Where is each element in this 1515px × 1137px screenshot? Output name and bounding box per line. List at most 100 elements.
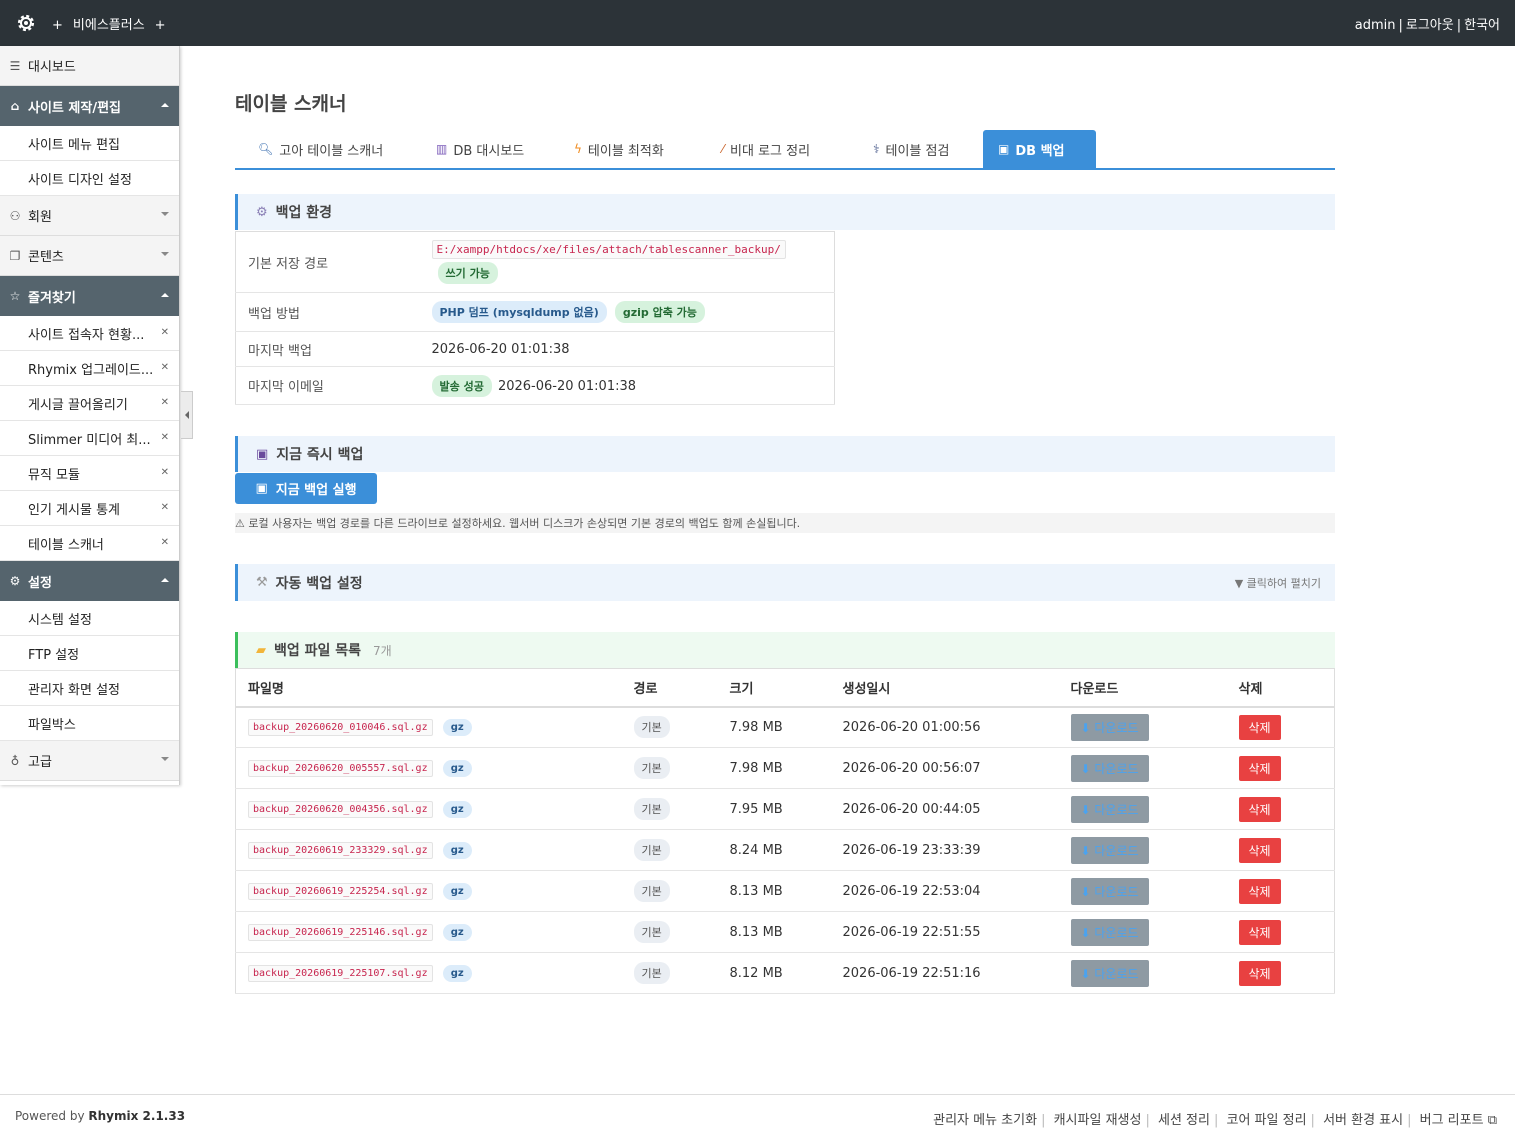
section-title: 지금 즉시 백업: [276, 447, 364, 463]
run-backup-button[interactable]: ▣ 지금 백업 실행: [235, 473, 377, 504]
footer-link[interactable]: 세션 정리: [1158, 1113, 1210, 1128]
gear-icon: ⚙: [9, 574, 21, 588]
footer-link[interactable]: 버그 리포트: [1420, 1113, 1484, 1128]
remove-favorite-icon[interactable]: ✕: [161, 467, 169, 478]
path-badge: 기본: [633, 839, 670, 861]
favorite-item[interactable]: 사이트 접속자 현황... ✕: [0, 316, 179, 351]
sidebar-item-site-menu[interactable]: 사이트 메뉴 편집: [0, 126, 179, 161]
favorite-item[interactable]: 뮤직 모듈 ✕: [0, 456, 179, 491]
cell-delete: 삭제: [1226, 706, 1335, 748]
brand-name: 비에스플러스: [72, 18, 145, 33]
remove-favorite-icon[interactable]: ✕: [161, 502, 169, 513]
tab-table-optimize[interactable]: ϟ 테이블 최적화: [559, 130, 679, 168]
delete-button[interactable]: 삭제: [1238, 960, 1281, 986]
sidebar-item-admin-ui[interactable]: 관리자 화면 설정: [0, 671, 179, 706]
backup-filename: backup_20260619_225146.sql.gz: [248, 923, 433, 941]
type-badge: gz: [442, 964, 472, 982]
method-badge: PHP 덤프 (mysqldump 없음): [431, 301, 607, 323]
delete-button[interactable]: 삭제: [1238, 755, 1281, 781]
col-delete: 삭제: [1226, 668, 1335, 708]
expand-toggle[interactable]: ▼ 클릭하여 펼치기: [1235, 575, 1321, 591]
type-badge: gz: [442, 718, 472, 736]
download-button[interactable]: ⬇ 다운로드: [1070, 713, 1149, 741]
type-badge: gz: [442, 882, 472, 900]
caret-down-icon: [161, 252, 169, 256]
sidebar-item-label: 사이트 접속자 현황...: [28, 327, 145, 343]
tab-table-check[interactable]: ⚕ 테이블 점검: [858, 130, 964, 168]
path-badge: 기본: [633, 757, 670, 779]
download-button[interactable]: ⬇ 다운로드: [1070, 959, 1149, 987]
sidebar-item-label: 회원: [28, 210, 52, 225]
delete-button[interactable]: 삭제: [1238, 837, 1281, 863]
remove-favorite-icon[interactable]: ✕: [161, 537, 169, 548]
delete-button[interactable]: 삭제: [1238, 919, 1281, 945]
username-link[interactable]: admin: [1355, 18, 1396, 33]
type-badge: gz: [442, 800, 472, 818]
sidebar-item-content[interactable]: ❐ 콘텐츠: [0, 236, 179, 276]
site-brand[interactable]: + 비에스플러스 +: [52, 14, 176, 33]
favorite-item[interactable]: 게시글 끌어올리기 ✕: [0, 386, 179, 421]
sidebar-item-ftp[interactable]: FTP 설정: [0, 636, 179, 671]
product-name[interactable]: Rhymix 2.1.33: [88, 1109, 185, 1123]
remove-favorite-icon[interactable]: ✕: [161, 327, 169, 338]
logout-link[interactable]: 로그아웃: [1406, 18, 1454, 33]
delete-button[interactable]: 삭제: [1238, 796, 1281, 822]
footer-link[interactable]: 코어 파일 정리: [1227, 1113, 1307, 1128]
path-badge: 기본: [633, 880, 670, 902]
sidebar-item-advanced[interactable]: ♁ 고급: [0, 741, 179, 781]
sidebar-item-member[interactable]: ⚇ 회원: [0, 196, 179, 236]
download-button[interactable]: ⬇ 다운로드: [1070, 918, 1149, 946]
download-button[interactable]: ⬇ 다운로드: [1070, 754, 1149, 782]
cell-size: 7.98 MB: [717, 747, 831, 789]
sidebar-group-favorites[interactable]: ☆ 즐겨찾기: [0, 276, 179, 316]
delete-button[interactable]: 삭제: [1238, 878, 1281, 904]
language-link[interactable]: 한국어: [1464, 18, 1500, 33]
cell-date: 2026-06-19 22:53:04: [830, 870, 1059, 912]
download-button[interactable]: ⬇ 다운로드: [1070, 877, 1149, 905]
env-label: 마지막 백업: [235, 331, 420, 367]
remove-favorite-icon[interactable]: ✕: [161, 362, 169, 373]
delete-button[interactable]: 삭제: [1238, 714, 1281, 740]
sidebar-item-site-design[interactable]: 사이트 디자인 설정: [0, 161, 179, 196]
download-button[interactable]: ⬇ 다운로드: [1070, 836, 1149, 864]
bolt-icon: ϟ: [574, 142, 582, 156]
tab-db-backup[interactable]: ▣ DB 백업: [983, 130, 1096, 168]
footer-link[interactable]: 관리자 메뉴 초기화: [933, 1113, 1037, 1128]
tab-orphan-scanner[interactable]: 🔍︎ 고아 테이블 스캐너: [243, 130, 398, 168]
cell-delete: 삭제: [1226, 788, 1335, 830]
tab-label: 고아 테이블 스캐너: [279, 143, 384, 159]
caret-up-icon: [161, 103, 169, 107]
cell-path: 기본: [621, 952, 718, 994]
remove-favorite-icon[interactable]: ✕: [161, 397, 169, 408]
favorite-item[interactable]: Rhymix 업그레이드... ✕: [0, 351, 179, 386]
tab-db-dashboard[interactable]: ▥ DB 대시보드: [421, 130, 539, 168]
cell-date: 2026-06-19 23:33:39: [830, 829, 1059, 871]
download-button[interactable]: ⬇ 다운로드: [1070, 795, 1149, 823]
sidebar-collapse-button[interactable]: [181, 391, 193, 439]
env-row-method: 백업 방법 PHP 덤프 (mysqldump 없음) gzip 압축 가능: [235, 292, 835, 332]
sidebar-item-dashboard[interactable]: ☰ 대시보드: [0, 46, 179, 86]
tab-log-cleanup[interactable]: ⁄ 비대 로그 정리: [707, 130, 825, 168]
favorite-item[interactable]: Slimmer 미디어 최... ✕: [0, 421, 179, 456]
gzip-badge: gzip 압축 가능: [614, 301, 705, 323]
sidebar-item-system[interactable]: 시스템 설정: [0, 601, 179, 636]
sidebar-item-filebox[interactable]: 파일박스: [0, 706, 179, 741]
gear-logo-icon[interactable]: [14, 11, 38, 35]
caret-up-icon: [161, 293, 169, 297]
backup-filename: backup_20260620_010046.sql.gz: [248, 718, 433, 736]
sidebar-group-settings[interactable]: ⚙ 설정: [0, 561, 179, 601]
remove-favorite-icon[interactable]: ✕: [161, 432, 169, 443]
sidebar-group-site[interactable]: ⌂ 사이트 제작/편집: [0, 86, 179, 126]
writable-badge: 쓰기 가능: [437, 262, 498, 284]
section-auto-backup[interactable]: ⚒ 자동 백업 설정 ▼ 클릭하여 펼치기: [235, 564, 1335, 601]
favorite-item[interactable]: 테이블 스캐너 ✕: [0, 526, 179, 561]
section-instant-backup: ▣ 지금 즉시 백업: [235, 436, 1335, 472]
path-badge: 기본: [633, 798, 670, 820]
footer-link[interactable]: 캐시파일 재생성: [1054, 1113, 1142, 1128]
table-row: backup_20260619_225107.sql.gz gz 기본 8.12 M…: [235, 952, 1335, 994]
favorite-item[interactable]: 인기 게시물 통계 ✕: [0, 491, 179, 526]
env-label: 백업 방법: [235, 292, 420, 332]
cell-size: 8.13 MB: [717, 870, 831, 912]
footer-link[interactable]: 서버 환경 표시: [1323, 1113, 1403, 1128]
sidebar-item-label: 대시보드: [28, 60, 76, 75]
